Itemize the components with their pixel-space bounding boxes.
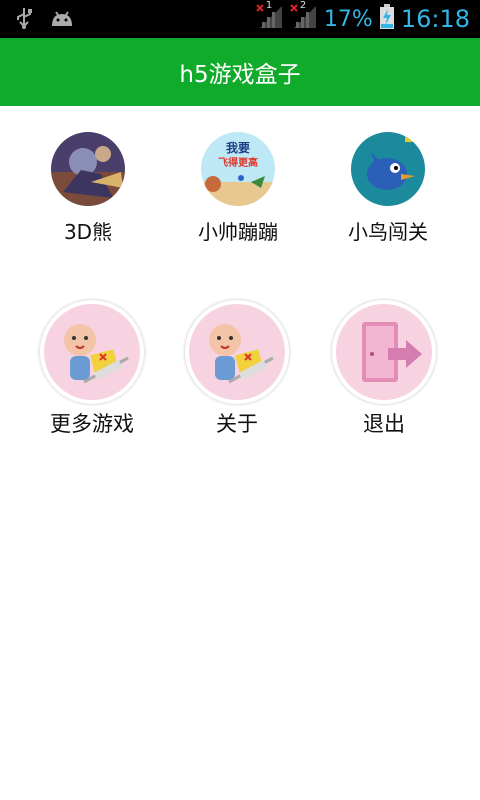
menu-label-more-games: 更多游戏 xyxy=(50,412,134,436)
app-title-bar: h5游戏盒子 xyxy=(0,38,480,106)
status-right: 1 2 17% 16:18 xyxy=(256,0,470,36)
battery-percent: 17% xyxy=(323,6,373,32)
exit-door-icon xyxy=(362,322,422,382)
game-label-bird: 小鸟闯关 xyxy=(348,220,428,244)
about-button[interactable] xyxy=(185,300,289,404)
sim2-label: 2 xyxy=(299,0,307,11)
signal-sim1-icon: 1 xyxy=(256,0,284,36)
baby-icon xyxy=(209,324,274,384)
status-bar: 1 2 17% 16:18 xyxy=(0,0,480,38)
status-left xyxy=(14,6,74,34)
menu-label-about: 关于 xyxy=(216,412,258,436)
game-3d-bear-icon[interactable] xyxy=(51,132,125,206)
menu-item-exit[interactable]: 退出 xyxy=(304,300,464,438)
jump-art-text-1: 我要 xyxy=(226,140,250,155)
battery-charging-icon xyxy=(379,4,395,34)
game-label-3d-bear: 3D熊 xyxy=(63,220,113,244)
usb-icon xyxy=(14,6,34,34)
signal-sim2-icon: 2 xyxy=(290,0,318,36)
sim1-label: 1 xyxy=(265,0,273,11)
jump-art-text-2: 飞得更高 xyxy=(218,156,258,169)
game-bird-icon[interactable] xyxy=(351,132,425,206)
more-games-button[interactable] xyxy=(40,300,144,404)
game-label-jump: 小帅蹦蹦 xyxy=(198,220,278,244)
clock: 16:18 xyxy=(400,5,470,33)
menu-label-exit: 退出 xyxy=(363,412,405,436)
menu-item-about[interactable]: 关于 xyxy=(157,300,317,438)
baby-icon xyxy=(64,324,129,384)
game-item-bird[interactable]: 小鸟闯关 xyxy=(308,132,468,245)
exit-button[interactable] xyxy=(332,300,436,404)
game-jump-icon[interactable]: 我要 飞得更高 xyxy=(201,132,275,206)
game-item-3d-bear[interactable]: 3D熊 xyxy=(8,132,168,245)
app-title: h5游戏盒子 xyxy=(179,62,301,88)
android-icon xyxy=(50,8,74,32)
game-item-jump[interactable]: 我要 飞得更高 小帅蹦蹦 xyxy=(158,132,318,245)
menu-item-more-games[interactable]: 更多游戏 xyxy=(12,300,172,438)
